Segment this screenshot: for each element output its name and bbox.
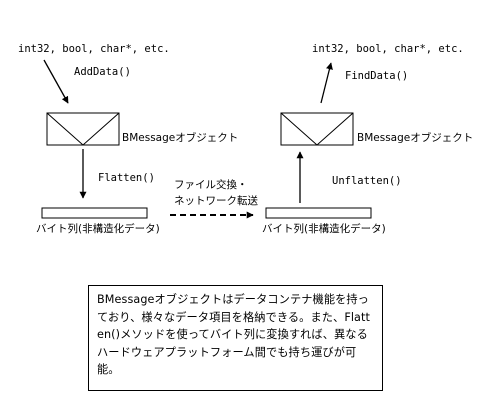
right-output-arrow — [320, 62, 333, 104]
left-input-arrow — [43, 59, 69, 104]
explanation-note-box: BMessageオブジェクトはデータコンテナ機能を持っており、様々なデータ項目を… — [88, 285, 383, 391]
right-conversion-label: Unflatten() — [332, 175, 402, 187]
right-bytes-label: バイト列(非構造化データ) — [262, 222, 386, 235]
left-conversion-label: Flatten() — [98, 172, 155, 184]
left-bmessage-envelope — [46, 112, 120, 146]
transfer-label-line1: ファイル交換・ — [174, 178, 248, 191]
right-object-label: BMessageオブジェクト — [357, 131, 473, 144]
right-bmessage-envelope — [280, 112, 354, 146]
left-method-label: AddData() — [74, 66, 131, 78]
transfer-label-line2: ネットワーク転送 — [174, 194, 258, 207]
right-byte-stream — [265, 207, 372, 219]
left-object-label: BMessageオブジェクト — [122, 131, 238, 144]
right-types-label: int32, bool, char*, etc. — [312, 43, 464, 55]
explanation-note-text: BMessageオブジェクトはデータコンテナ機能を持っており、様々なデータ項目を… — [97, 293, 370, 377]
left-types-label: int32, bool, char*, etc. — [18, 43, 170, 55]
diagram-stage: int32, bool, char*, etc. AddData() BMess… — [0, 0, 503, 410]
left-bytes-label: バイト列(非構造化データ) — [36, 222, 160, 235]
right-method-label: FindData() — [345, 70, 408, 82]
left-byte-stream — [41, 207, 148, 219]
